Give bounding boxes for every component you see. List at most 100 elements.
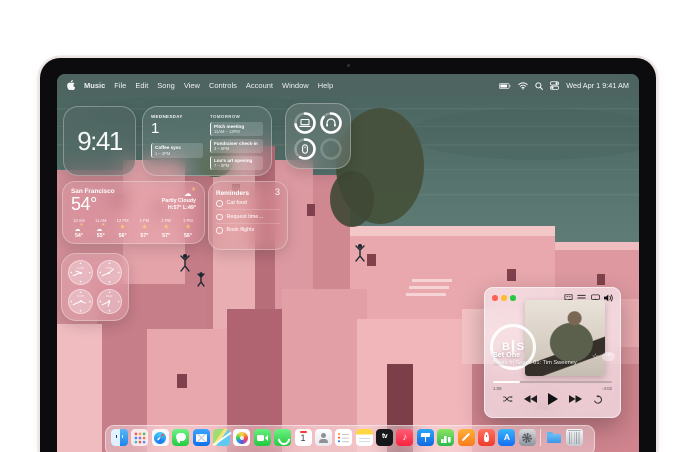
wifi-icon[interactable]: [518, 81, 528, 90]
menu-item-view[interactable]: View: [184, 81, 200, 90]
apple-menu-icon[interactable]: [67, 79, 76, 92]
calendar-event[interactable]: Fundraiser check-in 3 – 6PM: [210, 138, 263, 153]
dock-divider: [540, 429, 542, 446]
spotlight-search-icon[interactable]: [535, 81, 544, 90]
dock-icon-launchpad[interactable]: [131, 429, 149, 446]
dock-icon-maps[interactable]: [212, 429, 230, 446]
battery-ring-mouse: [293, 137, 317, 161]
previous-icon[interactable]: [523, 395, 537, 403]
reminder-checkbox[interactable]: [216, 227, 223, 234]
battery-ring-empty: [319, 137, 343, 161]
remaining-time: -4:02: [601, 385, 612, 391]
reminders-title: Reminders: [216, 190, 250, 197]
dock-icon-numb ers[interactable]: [437, 429, 455, 446]
weather-condition: Partly Cloudy: [161, 198, 196, 204]
calendar-day-number: 1: [151, 120, 160, 137]
reminder-checkbox[interactable]: [216, 200, 223, 207]
laptop-icon: [299, 118, 311, 127]
dock-icon-facetime[interactable]: [253, 429, 271, 446]
dock-icon-messages[interactable]: [172, 429, 190, 446]
menu-item-controls[interactable]: Controls: [209, 81, 237, 90]
dock: [105, 425, 595, 452]
menu-bar-clock[interactable]: Wed Apr 1 9:41 AM: [566, 81, 629, 90]
window-controls: [492, 295, 516, 301]
clock-widget[interactable]: 9:41: [63, 106, 136, 176]
reminder-item[interactable]: Request time…: [216, 210, 280, 224]
batteries-widget[interactable]: [285, 103, 351, 169]
dock-icon-safari[interactable]: [151, 429, 169, 446]
dock-icon-rocket[interactable]: [478, 429, 496, 446]
repeat-icon[interactable]: [593, 394, 603, 404]
battery-icon[interactable]: [499, 82, 511, 89]
sun-icon: [118, 224, 127, 232]
world-clock-widget[interactable]: CUP TOK SYD PAR: [61, 253, 129, 321]
weather-hour: 11 AM 55°: [93, 218, 109, 239]
clock-face: TOK: [96, 260, 122, 286]
calendar-event[interactable]: Lou's art opening 7 – 8PM: [210, 155, 263, 170]
more-icon[interactable]: [602, 352, 615, 361]
menu-item-edit[interactable]: Edit: [135, 81, 148, 90]
star-icon[interactable]: [592, 352, 599, 361]
reminders-count: 3: [274, 187, 280, 197]
calendar-widget[interactable]: WEDNESDAY 1 Coffee sync 1 – 2PM TOMORROW…: [142, 106, 272, 176]
menu-item-window[interactable]: Window: [282, 81, 309, 90]
weather-hour: 12 PM 56°: [115, 218, 131, 239]
music-mini-player: B S Set One Beats In Space 01: Tim Sween…: [484, 287, 621, 418]
menu-item-account[interactable]: Account: [246, 81, 273, 90]
clock-face: PAR: [96, 288, 122, 314]
calendar-tomorrow-label: TOMORROW: [210, 114, 241, 119]
dock-icon-pages[interactable]: [457, 429, 475, 446]
dock-icon-tv[interactable]: [376, 429, 394, 446]
clock-face: CUP: [68, 260, 94, 286]
weather-widget[interactable]: San Francisco 54° Partly Cloudy H:57° L:…: [62, 181, 205, 244]
partly-cloudy-icon: [75, 222, 84, 233]
calendar-event[interactable]: Pitch meeting 11AM – 12PM: [210, 121, 263, 136]
reminders-widget[interactable]: Reminders 3 Cat food Request time… Book …: [208, 181, 288, 250]
reminder-item[interactable]: Book flights: [216, 224, 280, 236]
dock-icon-keynote[interactable]: [416, 429, 434, 446]
menu-item-file[interactable]: File: [114, 81, 126, 90]
dock-icon-app-store[interactable]: [498, 429, 516, 446]
dock-icon-system-settings[interactable]: [518, 429, 536, 446]
dock-icon-finder[interactable]: [111, 429, 128, 446]
minimize-button[interactable]: [501, 295, 507, 301]
dock-icon-phone[interactable]: [274, 429, 292, 446]
calendar-day-name: WEDNESDAY: [151, 114, 183, 119]
track-title: Set One: [493, 350, 521, 359]
dock-icon-contacts[interactable]: [314, 429, 332, 446]
control-center-icon[interactable]: [550, 81, 560, 90]
menu-item-help[interactable]: Help: [318, 81, 333, 90]
next-icon[interactable]: [568, 395, 582, 403]
dock-icon-photos[interactable]: [233, 429, 251, 446]
clock-face: SYD: [68, 288, 94, 314]
screen: Music File Edit Song View Controls Accou…: [57, 74, 639, 452]
dock-icon-notes[interactable]: [355, 429, 373, 446]
weather-hour: 10 AM 54°: [71, 218, 87, 239]
reminder-checkbox[interactable]: [216, 213, 223, 221]
clock-widget-time: 9:41: [77, 125, 123, 156]
menu-item-music[interactable]: Music: [84, 81, 105, 90]
shuffle-icon[interactable]: [502, 395, 513, 403]
play-icon[interactable]: [547, 393, 558, 405]
dock-icon-calendar[interactable]: [294, 429, 312, 446]
sun-icon: [183, 224, 192, 232]
macbook-frame: Music File Edit Song View Controls Accou…: [40, 58, 656, 452]
dock-icon-downloads[interactable]: [546, 429, 563, 446]
battery-ring-macbook: [293, 111, 317, 135]
weather-high-low: H:57° L:49°: [167, 205, 196, 211]
progress-bar[interactable]: [493, 381, 612, 384]
dock-icon-reminders[interactable]: [335, 429, 353, 446]
elapsed-time: 1:08: [493, 385, 502, 391]
partly-cloudy-icon: [184, 187, 196, 199]
dock-icon-music[interactable]: [396, 429, 414, 446]
zoom-button[interactable]: [510, 295, 516, 301]
dock-icon-trash[interactable]: [565, 429, 583, 446]
dock-icon-mail[interactable]: [192, 429, 210, 446]
menu-item-song[interactable]: Song: [157, 81, 175, 90]
weather-hour: 3 PM 56°: [180, 218, 196, 239]
calendar-event[interactable]: Coffee sync 1 – 2PM: [151, 143, 203, 158]
reminder-item[interactable]: Cat food: [216, 197, 280, 211]
close-button[interactable]: [492, 295, 498, 301]
track-subtitle: Beats In Space 01: Tim Sweeney: [493, 360, 577, 366]
volume-icon[interactable]: [604, 294, 614, 302]
